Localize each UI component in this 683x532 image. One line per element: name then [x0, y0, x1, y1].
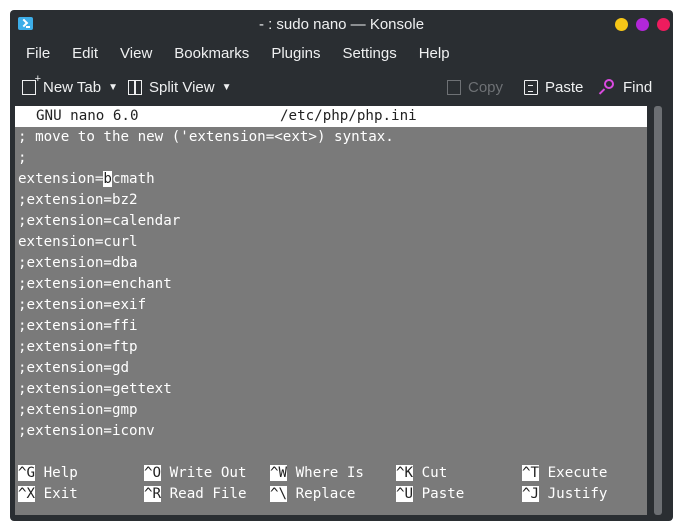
shortcut-help[interactable]: ^G Help	[18, 463, 78, 484]
shortcut-justify[interactable]: ^J Justify	[522, 484, 607, 505]
shortcut-label: Where Is	[295, 465, 364, 481]
shortcut-label: Help	[43, 465, 78, 481]
shortcut-label: Read File	[169, 486, 247, 502]
terminal-scrollbar[interactable]	[654, 106, 662, 515]
file-line: ;extension=gd	[18, 360, 130, 376]
search-icon	[600, 79, 616, 95]
shortcut-label: Paste	[421, 486, 465, 502]
shortcut-cut[interactable]: ^K Cut	[396, 463, 447, 484]
shortcut-key: ^O	[144, 465, 162, 481]
menu-file[interactable]: File	[15, 45, 61, 62]
scrollbar-thumb[interactable]	[654, 106, 662, 515]
file-line: ;extension=iconv	[18, 423, 155, 439]
title-bar[interactable]: - : sudo nano — Konsole	[10, 10, 673, 39]
menu-bookmarks[interactable]: Bookmarks	[163, 45, 260, 62]
file-line: ;extension=calendar	[18, 213, 181, 229]
toolbar: New Tab ▼ Split View ▼ Copy Paste Find	[10, 68, 673, 104]
shortcut-label: Write Out	[169, 465, 247, 481]
menu-edit[interactable]: Edit	[61, 45, 109, 62]
file-line: ;	[18, 150, 27, 166]
file-line: ;extension=bz2	[18, 192, 138, 208]
menu-settings[interactable]: Settings	[332, 45, 408, 62]
file-line: ;extension=exif	[18, 297, 147, 313]
line-text-after-cursor: cmath	[111, 171, 155, 187]
find-label: Find	[623, 78, 653, 96]
file-line: ;extension=dba	[18, 255, 138, 271]
split-view-label: Split View	[149, 78, 215, 96]
shortcut-key: ^\	[270, 486, 288, 502]
nano-filename: /etc/php/php.ini	[280, 108, 417, 124]
text-cursor: b	[103, 171, 112, 187]
shortcut-key: ^K	[396, 465, 414, 481]
shortcut-where-is[interactable]: ^W Where Is	[270, 463, 364, 484]
nano-version: GNU nano 6.0	[36, 108, 139, 124]
menu-help[interactable]: Help	[408, 45, 461, 62]
split-view-button[interactable]: Split View ▼	[128, 77, 232, 97]
line-text-before-cursor: extension=	[18, 171, 104, 187]
shortcut-key: ^X	[18, 486, 36, 502]
file-line: ;extension=gmp	[18, 402, 138, 418]
new-tab-icon	[22, 73, 41, 95]
copy-label: Copy	[468, 78, 504, 96]
shortcut-key: ^T	[522, 465, 540, 481]
shortcut-replace[interactable]: ^\ Replace	[270, 484, 355, 505]
new-tab-label: New Tab	[43, 78, 102, 96]
copy-button[interactable]: Copy	[447, 77, 503, 97]
shortcut-key: ^U	[396, 486, 414, 502]
menu-plugins[interactable]: Plugins	[260, 45, 331, 62]
shortcut-paste[interactable]: ^U Paste	[396, 484, 464, 505]
shortcut-label: Exit	[43, 486, 78, 502]
minimize-button[interactable]	[615, 18, 628, 31]
shortcut-key: ^R	[144, 486, 162, 502]
copy-icon	[447, 79, 461, 95]
shortcut-label: Cut	[421, 465, 448, 481]
terminal-view[interactable]: GNU nano 6.0 /etc/php/php.ini ; move to …	[15, 106, 647, 515]
shortcut-label: Replace	[295, 486, 356, 502]
chevron-down-icon[interactable]: ▼	[108, 82, 118, 93]
file-line-cursor: extension=bcmath	[18, 169, 155, 190]
window-title: - : sudo nano — Konsole	[258, 16, 425, 33]
file-line: ; move to the new ('extension=<ext>) syn…	[18, 129, 394, 145]
find-button[interactable]: Find	[600, 77, 652, 97]
close-button[interactable]	[657, 18, 670, 31]
nano-title-bar: GNU nano 6.0 /etc/php/php.ini	[15, 106, 647, 127]
chevron-down-icon[interactable]: ▼	[222, 82, 232, 93]
file-line: ;extension=ftp	[18, 339, 138, 355]
shortcut-label: Justify	[547, 486, 608, 502]
file-line: ;extension=ffi	[18, 318, 138, 334]
paste-label: Paste	[545, 78, 584, 96]
shortcut-key: ^W	[270, 465, 288, 481]
file-line: extension=curl	[18, 234, 138, 250]
maximize-button[interactable]	[636, 18, 649, 31]
shortcut-key: ^G	[18, 465, 36, 481]
menu-view[interactable]: View	[109, 45, 163, 62]
split-view-icon	[128, 79, 142, 95]
file-line: ;extension=gettext	[18, 381, 172, 397]
shortcut-label: Execute	[547, 465, 608, 481]
file-line: ;extension=enchant	[18, 276, 172, 292]
shortcut-read-file[interactable]: ^R Read File	[144, 484, 247, 505]
new-tab-button[interactable]: New Tab ▼	[22, 73, 118, 97]
paste-icon	[524, 79, 538, 95]
shortcut-key: ^J	[522, 486, 540, 502]
konsole-window: - : sudo nano — Konsole File Edit View B…	[10, 10, 673, 521]
shortcut-write-out[interactable]: ^O Write Out	[144, 463, 247, 484]
menu-bar: File Edit View Bookmarks Plugins Setting…	[10, 39, 673, 67]
shortcut-execute[interactable]: ^T Execute	[522, 463, 607, 484]
paste-button[interactable]: Paste	[524, 77, 583, 97]
shortcut-exit[interactable]: ^X Exit	[18, 484, 78, 505]
